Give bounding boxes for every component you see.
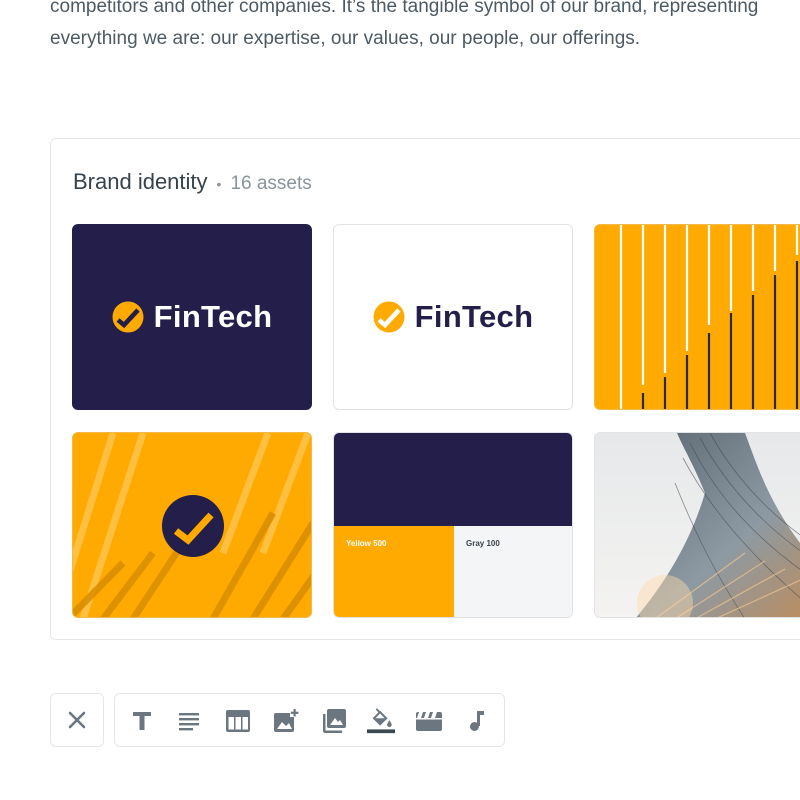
table-button[interactable] bbox=[224, 707, 252, 735]
brand-identity-panel: Brand identity • 16 assets FinTech FinTe… bbox=[50, 138, 800, 640]
fill-color-button[interactable] bbox=[367, 707, 395, 735]
fintech-logo: FinTech bbox=[334, 225, 572, 409]
swatch-label-yellow: Yellow 500 bbox=[346, 539, 387, 548]
add-image-icon bbox=[274, 708, 299, 732]
fintech-logo: FinTech bbox=[73, 225, 311, 409]
building-photo bbox=[595, 433, 800, 617]
asset-icon-pattern[interactable] bbox=[72, 432, 312, 618]
text-icon bbox=[133, 712, 151, 730]
logo-wordmark: FinTech bbox=[414, 299, 534, 334]
audio-icon bbox=[470, 711, 484, 731]
separator-dot: • bbox=[216, 176, 222, 192]
panel-title[interactable]: Brand identity bbox=[73, 169, 208, 195]
intro-paragraph: competitors and other companies. It’s th… bbox=[50, 0, 759, 49]
close-button[interactable] bbox=[50, 693, 104, 747]
fill-color-icon bbox=[367, 708, 395, 734]
asset-logo-dark[interactable]: FinTech bbox=[72, 224, 312, 410]
table-icon bbox=[226, 710, 250, 732]
asset-count: 16 assets bbox=[230, 173, 312, 194]
logo-wordmark: FinTech bbox=[153, 299, 273, 334]
text-button[interactable] bbox=[128, 707, 156, 735]
icon-pattern-graphic bbox=[73, 433, 311, 617]
fintech-check-icon bbox=[112, 301, 144, 333]
gray-100-swatch: Gray 100 bbox=[454, 526, 572, 617]
gallery-button[interactable] bbox=[320, 707, 348, 735]
video-button[interactable] bbox=[415, 707, 443, 735]
paragraph-icon bbox=[179, 713, 199, 731]
asset-building-photo[interactable] bbox=[594, 432, 800, 618]
paragraph-button[interactable] bbox=[175, 707, 203, 735]
fintech-check-icon bbox=[373, 301, 405, 333]
asset-logo-light[interactable]: FinTech bbox=[333, 224, 573, 410]
swatch-label-gray: Gray 100 bbox=[466, 539, 500, 548]
add-image-button[interactable] bbox=[272, 707, 300, 735]
gallery-icon bbox=[323, 709, 346, 733]
audio-button[interactable] bbox=[463, 707, 491, 735]
close-icon bbox=[68, 711, 86, 729]
asset-bar-pattern[interactable] bbox=[594, 224, 800, 410]
panel-header: Brand identity • 16 assets bbox=[73, 169, 312, 195]
yellow-500-swatch: Yellow 500 bbox=[334, 526, 454, 617]
asset-color-swatches[interactable]: Yellow 500 Gray 100 bbox=[333, 432, 573, 618]
insert-toolbar bbox=[114, 693, 505, 747]
video-icon bbox=[416, 712, 442, 731]
navy-swatch bbox=[334, 433, 572, 526]
bar-pattern-graphic bbox=[595, 225, 800, 409]
